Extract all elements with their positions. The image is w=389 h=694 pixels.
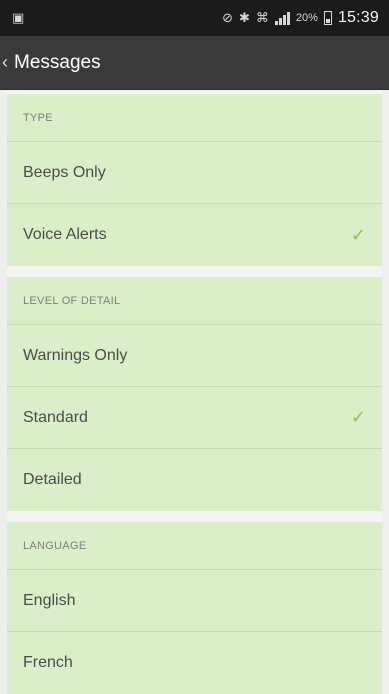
option-standard[interactable]: Standard ✓ (7, 387, 382, 449)
battery-percent: 20% (295, 12, 318, 24)
option-label: Detailed (23, 471, 82, 488)
option-label: English (23, 591, 76, 609)
bluetooth-icon: ✱ (239, 10, 250, 25)
section-level-of-detail: LEVEL OF DETAIL Warnings Only Standard ✓… (7, 277, 382, 511)
option-warnings-only[interactable]: Warnings Only (7, 325, 382, 387)
section-header: LEVEL OF DETAIL (7, 277, 382, 325)
option-voice-alerts[interactable]: Voice Alerts ✓ (7, 204, 382, 266)
section-spacer (7, 266, 382, 277)
check-icon: ✓ (350, 407, 366, 427)
option-label: Beeps Only (23, 163, 106, 181)
status-time: 15:39 (337, 9, 379, 26)
section-language: LANGUAGE English French (7, 522, 382, 694)
option-beeps-only[interactable]: Beeps Only (7, 142, 382, 204)
status-bar: ▣ ⊘ ✱ ⌘ 20% 15:39 (0, 0, 389, 36)
battery-icon (323, 11, 332, 25)
option-french[interactable]: French (7, 632, 382, 694)
mute-icon: ⊘ (222, 10, 234, 25)
screenshot-icon: ▣ (12, 10, 25, 25)
signal-icon (274, 11, 290, 25)
wifi-icon: ⌘ (255, 10, 269, 25)
section-header: TYPE (7, 94, 382, 142)
option-label: Warnings Only (23, 346, 128, 364)
settings-list: TYPE Beeps Only Voice Alerts ✓ LEVEL OF … (0, 90, 389, 694)
option-label: Standard (23, 408, 88, 426)
option-label: French (23, 654, 73, 671)
option-english[interactable]: English (7, 570, 382, 632)
option-detailed[interactable]: Detailed (7, 449, 382, 511)
section-header: LANGUAGE (7, 522, 382, 570)
app-bar: ‹ Messages (0, 36, 389, 90)
option-label: Voice Alerts (23, 226, 107, 243)
check-icon: ✓ (350, 224, 366, 245)
section-spacer (7, 511, 382, 522)
status-icons: ⊘ ✱ ⌘ 20% 15:39 (222, 9, 379, 27)
section-type: TYPE Beeps Only Voice Alerts ✓ (7, 94, 382, 266)
page-title: Messages (14, 51, 101, 73)
chevron-left-icon[interactable]: ‹ (2, 52, 12, 73)
